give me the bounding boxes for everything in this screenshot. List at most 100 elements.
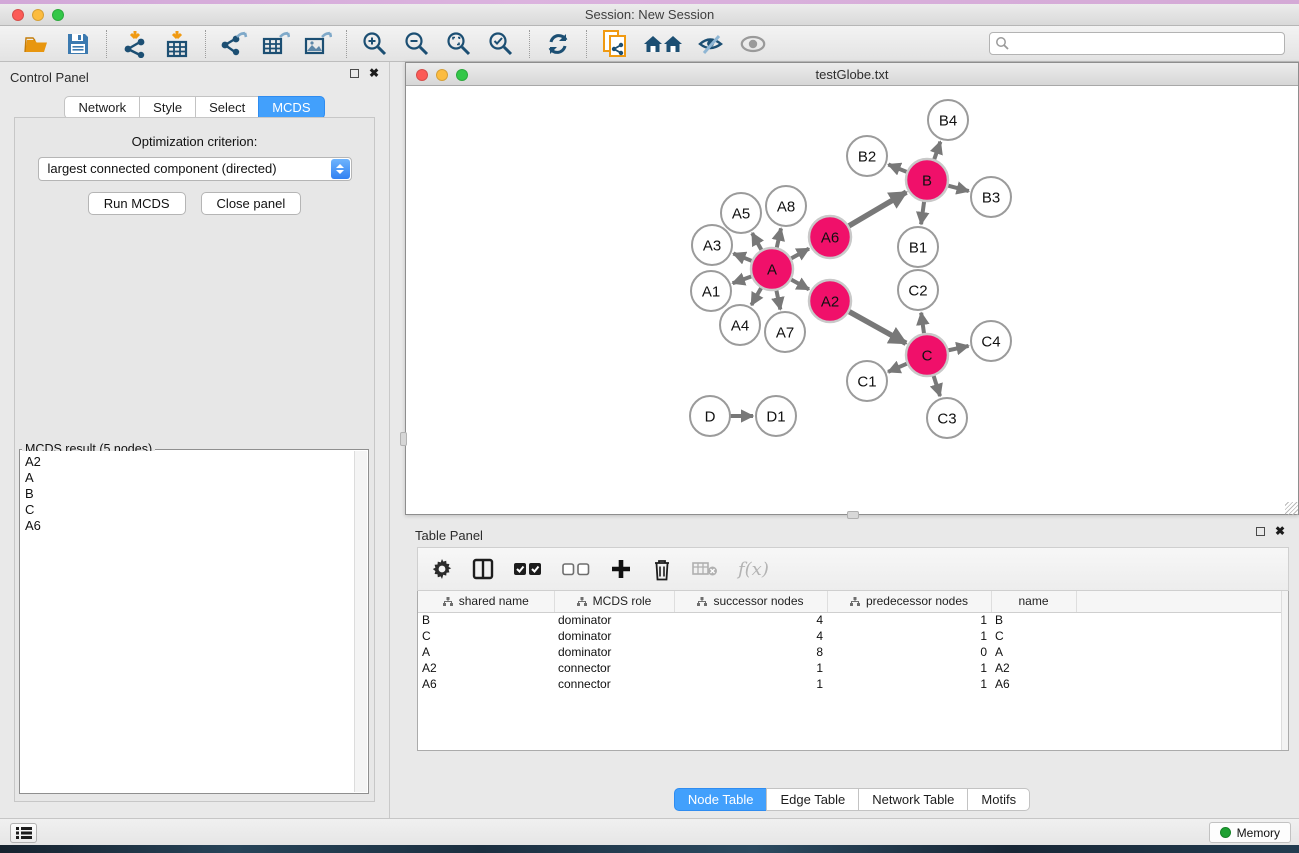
tab-mcds[interactable]: MCDS xyxy=(258,96,324,119)
export-network-icon[interactable] xyxy=(220,30,248,58)
table-row[interactable]: Bdominator41B xyxy=(418,612,1288,628)
table-cell[interactable]: 4 xyxy=(674,628,827,644)
table-cell[interactable]: 1 xyxy=(827,676,991,692)
network-vertical-scrollbar-thumb[interactable] xyxy=(400,432,407,446)
zoom-in-icon[interactable] xyxy=(361,30,389,58)
column-header-predecessor-nodes[interactable]: predecessor nodes xyxy=(827,591,991,612)
table-cell[interactable]: C xyxy=(991,628,1076,644)
result-item[interactable]: C xyxy=(25,502,354,518)
result-item[interactable]: A xyxy=(25,470,354,486)
table-cell[interactable]: A2 xyxy=(991,660,1076,676)
table-row[interactable]: Cdominator41C xyxy=(418,628,1288,644)
graph-edge-B-B2[interactable] xyxy=(888,165,907,173)
delete-column-icon[interactable] xyxy=(652,558,672,581)
table-cell[interactable]: 1 xyxy=(827,660,991,676)
column-header-MCDS-role[interactable]: MCDS role xyxy=(554,591,674,612)
graph-edge-A-A8[interactable] xyxy=(777,228,781,248)
graph-edge-A-A3[interactable] xyxy=(733,254,752,262)
tab-motifs[interactable]: Motifs xyxy=(967,788,1030,811)
graph-edge-A-A6[interactable] xyxy=(790,249,809,259)
table-cell[interactable]: 0 xyxy=(827,644,991,660)
hide-eye-icon[interactable] xyxy=(697,30,725,58)
save-session-icon[interactable] xyxy=(64,30,92,58)
tab-edge-table[interactable]: Edge Table xyxy=(766,788,859,811)
column-header-successor-nodes[interactable]: successor nodes xyxy=(674,591,827,612)
tab-style[interactable]: Style xyxy=(139,96,196,119)
table-cell[interactable]: connector xyxy=(554,676,674,692)
float-panel-icon[interactable] xyxy=(350,69,359,78)
zoom-selected-icon[interactable] xyxy=(487,30,515,58)
table-cell[interactable]: dominator xyxy=(554,612,674,628)
table-cell[interactable]: A xyxy=(418,644,554,660)
column-header-name[interactable]: name xyxy=(991,591,1076,612)
table-cell[interactable]: A xyxy=(991,644,1076,660)
graph-edge-A-A1[interactable] xyxy=(733,276,753,283)
table-cell[interactable]: A6 xyxy=(991,676,1076,692)
graph-edge-C-C1[interactable] xyxy=(888,363,908,372)
table-cell[interactable]: dominator xyxy=(554,628,674,644)
zoom-fit-icon[interactable] xyxy=(445,30,473,58)
network-canvas[interactable]: B4B2BB3A5A8A6A3B1AA1C2A2A4A7C4CC1C3DD1 xyxy=(406,86,1298,514)
tab-network-table[interactable]: Network Table xyxy=(858,788,968,811)
close-panel-icon[interactable]: ✖ xyxy=(369,69,379,78)
gear-icon[interactable] xyxy=(432,559,452,579)
close-panel-button[interactable]: Close panel xyxy=(201,192,302,215)
import-network-icon[interactable] xyxy=(121,30,149,58)
table-close-panel-icon[interactable]: ✖ xyxy=(1275,527,1285,536)
table-cell[interactable]: dominator xyxy=(554,644,674,660)
memory-button[interactable]: Memory xyxy=(1209,822,1291,843)
tab-select[interactable]: Select xyxy=(195,96,259,119)
tab-node-table[interactable]: Node Table xyxy=(674,788,768,811)
table-row[interactable]: Adominator80A xyxy=(418,644,1288,660)
table-cell[interactable]: 1 xyxy=(674,676,827,692)
table-row[interactable]: A2connector11A2 xyxy=(418,660,1288,676)
table-cell[interactable]: C xyxy=(418,628,554,644)
network-document-icon[interactable] xyxy=(601,30,629,58)
graph-edge-B-B4[interactable] xyxy=(934,142,940,160)
graph-edge-C-C3[interactable] xyxy=(933,375,940,396)
table-cell[interactable]: 1 xyxy=(827,628,991,644)
graph-edge-C-C4[interactable] xyxy=(948,346,969,351)
deselect-all-icon[interactable] xyxy=(562,563,590,576)
graph-edge-B-B3[interactable] xyxy=(947,185,968,191)
table-scrollbar[interactable] xyxy=(1281,591,1288,750)
table-cell[interactable]: 1 xyxy=(674,660,827,676)
table-cell[interactable]: 1 xyxy=(827,612,991,628)
select-all-icon[interactable] xyxy=(514,563,542,576)
add-column-icon[interactable] xyxy=(610,558,632,580)
result-item[interactable]: B xyxy=(25,486,354,502)
table-cell[interactable]: B xyxy=(418,612,554,628)
result-scrollbar[interactable] xyxy=(354,451,367,792)
resize-grip-icon[interactable] xyxy=(1285,502,1298,515)
graph-edge-A6-B[interactable] xyxy=(848,192,906,226)
graph-edge-A-A2[interactable] xyxy=(790,279,809,289)
zoom-out-icon[interactable] xyxy=(403,30,431,58)
show-eye-icon[interactable] xyxy=(739,30,767,58)
run-mcds-button[interactable]: Run MCDS xyxy=(88,192,186,215)
table-cell[interactable]: A6 xyxy=(418,676,554,692)
table-float-panel-icon[interactable] xyxy=(1256,527,1265,536)
task-history-button[interactable] xyxy=(10,823,37,843)
split-column-icon[interactable] xyxy=(472,558,494,580)
table-cell[interactable]: connector xyxy=(554,660,674,676)
home-icon[interactable] xyxy=(643,30,683,58)
table-cell[interactable]: A2 xyxy=(418,660,554,676)
search-input[interactable] xyxy=(989,32,1285,55)
tab-network[interactable]: Network xyxy=(64,96,140,119)
graph-edge-A-A4[interactable] xyxy=(751,287,761,305)
network-horizontal-scrollbar-thumb[interactable] xyxy=(847,511,859,519)
graph-edge-C-C2[interactable] xyxy=(921,313,924,334)
graph-edge-A-A7[interactable] xyxy=(776,290,780,310)
criterion-select[interactable]: largest connected component (directed) xyxy=(38,157,352,181)
refresh-layout-icon[interactable] xyxy=(544,30,572,58)
open-file-icon[interactable] xyxy=(22,30,50,58)
export-table-icon[interactable] xyxy=(262,30,290,58)
table-cell[interactable]: 8 xyxy=(674,644,827,660)
import-table-icon[interactable] xyxy=(163,30,191,58)
column-header-shared-name[interactable]: shared name xyxy=(418,591,554,612)
graph-edge-B-B1[interactable] xyxy=(921,201,924,224)
graph-edge-A-A5[interactable] xyxy=(752,233,762,251)
result-item[interactable]: A2 xyxy=(25,454,354,470)
table-cell[interactable]: B xyxy=(991,612,1076,628)
export-image-icon[interactable] xyxy=(304,30,332,58)
